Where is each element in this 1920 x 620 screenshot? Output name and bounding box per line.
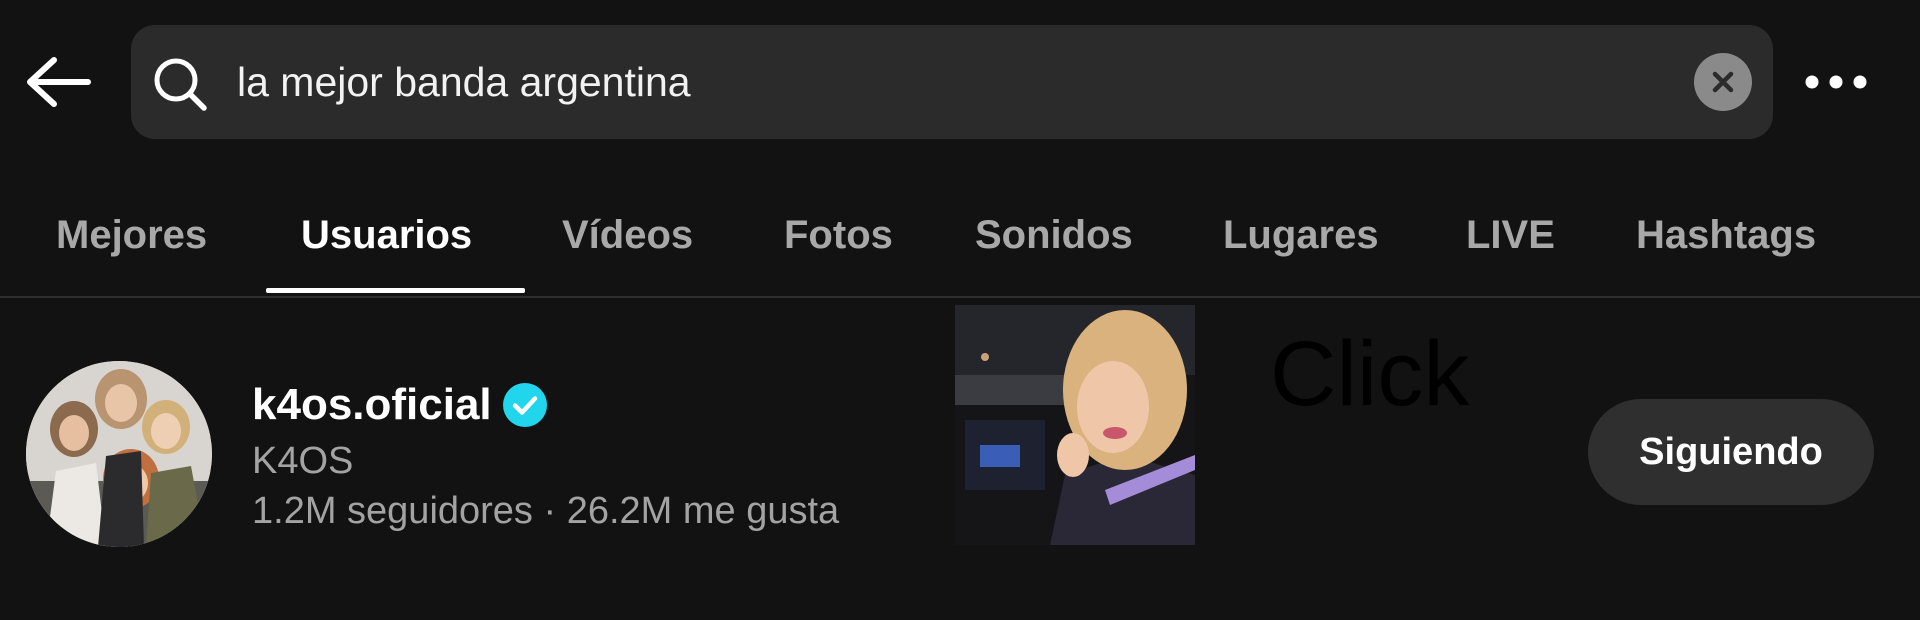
more-options-button[interactable]	[1800, 52, 1872, 112]
more-horizontal-icon	[1805, 75, 1867, 89]
tab-mejores[interactable]: Mejores	[56, 190, 207, 286]
tab-usuarios[interactable]: Usuarios	[301, 190, 472, 286]
arrow-left-icon	[27, 57, 91, 107]
search-results-page: la mejor banda argentina Mejores Usuario…	[0, 0, 1920, 620]
avatar-image	[26, 361, 212, 547]
username-line: k4os.oficial	[252, 380, 548, 430]
tab-live[interactable]: LIVE	[1466, 190, 1555, 286]
tab-videos[interactable]: Vídeos	[562, 190, 693, 286]
tabs-divider	[0, 296, 1920, 298]
thumbnail-image	[955, 305, 1195, 545]
clear-search-button[interactable]	[1694, 53, 1752, 111]
verified-badge-icon	[502, 383, 547, 427]
back-button[interactable]	[22, 50, 94, 114]
tab-fotos[interactable]: Fotos	[784, 190, 893, 286]
username[interactable]: k4os.oficial	[252, 380, 492, 430]
close-icon	[1712, 71, 1734, 93]
tab-lugares[interactable]: Lugares	[1223, 190, 1379, 286]
display-name: K4OS	[252, 440, 354, 482]
avatar[interactable]	[26, 361, 212, 547]
user-stats: 1.2M seguidores · 26.2M me gusta	[252, 490, 840, 532]
search-tabs: Mejores Usuarios Vídeos Fotos Sonidos Lu…	[0, 190, 1920, 296]
click-annotation: Click	[1270, 323, 1470, 425]
search-icon	[154, 58, 207, 111]
tab-sonidos[interactable]: Sonidos	[975, 190, 1133, 286]
following-button[interactable]: Siguiendo	[1588, 399, 1874, 505]
search-bar[interactable]: la mejor banda argentina	[131, 25, 1773, 139]
active-tab-indicator	[266, 288, 525, 293]
tab-hashtags[interactable]: Hashtags	[1636, 190, 1816, 286]
user-result-row[interactable]: k4os.oficial K4OS 1.2M seguidores · 26.2…	[0, 300, 1920, 560]
overlay-thumbnail	[955, 305, 1195, 545]
search-input[interactable]: la mejor banda argentina	[237, 25, 691, 139]
